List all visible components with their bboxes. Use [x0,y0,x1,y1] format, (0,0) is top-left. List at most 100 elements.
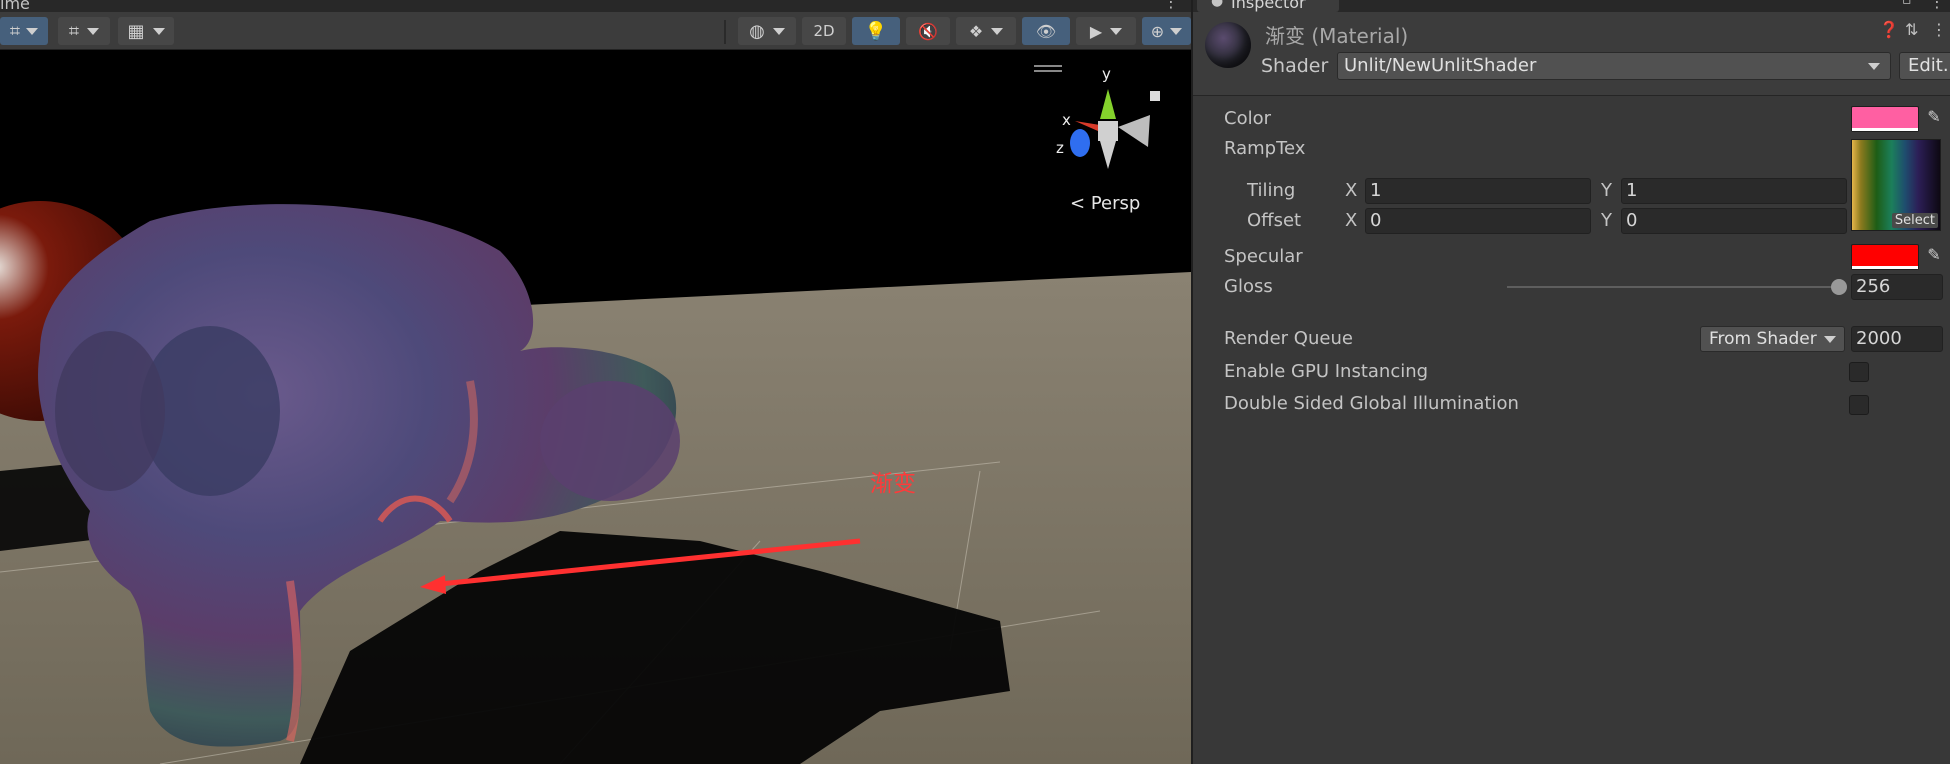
gizmo-y-label: y [1102,65,1111,83]
preset-settings-icon[interactable]: ⇅ [1905,20,1918,39]
double-sided-gi-checkbox[interactable] [1849,395,1869,415]
gizmo-lock-icon[interactable] [1150,91,1160,101]
shader-value: Unlit/NewUnlitShader [1344,55,1537,76]
gloss-label: Gloss [1224,276,1273,297]
render-queue-label: Render Queue [1224,328,1353,349]
tiling-label: Tiling [1247,180,1296,201]
chevron-down-icon [1868,63,1880,70]
grid-snap-button[interactable]: ⌗ [0,17,48,45]
orientation-gizmo[interactable] [1034,65,1160,169]
material-header: 渐变 (Material) ❓ ⇅ ⋮ Shader Unlit/NewUnli… [1193,12,1950,96]
scene-menu-icon[interactable]: ⋮ [1163,0,1179,11]
material-title: 渐变 (Material) [1265,24,1409,48]
alpha-bar [1852,266,1918,269]
scene-tabbar: ime ⋮ [0,0,1191,13]
inspector-panel: ● Inspector ▫ ⋮ 渐变 (Material) ❓ ⇅ ⋮ Shad… [1191,0,1950,764]
inspector-tabbar: ● Inspector ▫ ⋮ [1193,0,1950,12]
inspector-tab-label: Inspector [1231,0,1306,12]
camera-icon: ▶ [1089,21,1103,41]
audio-toggle-button[interactable]: 🔇 [906,17,950,45]
gizmos-button[interactable]: ⊕ [1142,17,1191,45]
persp-label: Persp [1090,193,1141,214]
specular-swatch[interactable] [1851,244,1919,270]
toolbar-separator [724,20,726,44]
maximize-icon[interactable]: ▫ [1902,0,1912,8]
gloss-slider-thumb[interactable] [1831,279,1847,295]
inspector-tab[interactable]: ● Inspector [1197,0,1339,12]
hidden-eye-icon: 👁 [1035,21,1057,41]
shading-mode-button[interactable]: ◍ [738,17,796,45]
chevron-down-icon [152,27,165,35]
z-axis-cone[interactable] [1070,129,1090,157]
y-axis-cone[interactable] [1100,89,1116,119]
grid-icon: ▦ [127,20,145,42]
render-queue-field[interactable]: 2000 [1851,326,1943,352]
scene-viewport[interactable]: y x z [0,51,1191,764]
offset-x-field[interactable]: 0 [1365,208,1591,234]
ramptex-select-button[interactable]: Select [1891,213,1938,228]
material-preview-sphere [1205,22,1251,68]
help-icon[interactable]: ❓ [1879,20,1899,39]
persp-chevron-icon: < [1070,193,1086,214]
inspector-menu-icon[interactable]: ⋮ [1929,0,1945,11]
chevron-down-icon [26,27,39,35]
lighting-toggle-button[interactable]: 💡 [852,17,900,45]
gizmo-z-label: z [1056,139,1064,157]
offset-label: Offset [1247,210,1302,231]
eyedropper-icon[interactable]: ✎ [1921,107,1947,133]
ramptex-label: RampTex [1224,138,1306,159]
gpu-instancing-checkbox[interactable] [1849,362,1869,382]
scene-view[interactable]: ime ⋮ ⌗ ⌗ ▦ ◍ 2D 💡 🔇 ❖ 👁 ▶ ⊕ y x z < Per… [0,0,1191,764]
camera-settings-button[interactable]: ▶ [1076,17,1136,45]
tiling-x-field[interactable]: 1 [1365,178,1591,204]
chevron-down-icon [991,27,1004,35]
color-swatch[interactable] [1851,106,1919,132]
annotation-text: 渐变 [870,471,916,497]
scene-toolbar: ⌗ ⌗ ▦ ◍ 2D 💡 🔇 ❖ 👁 ▶ ⊕ [0,12,1191,50]
scene-visibility-button[interactable]: 👁 [1022,17,1070,45]
projection-toggle[interactable]: < Persp [1070,193,1140,214]
offset-y-field[interactable]: 0 [1621,208,1847,234]
lightbulb-icon: 💡 [864,20,888,42]
specular-label: Specular [1224,246,1303,267]
2d-label: 2D [813,22,835,40]
2d-toggle-button[interactable]: 2D [802,17,846,45]
effects-layers-icon: ❖ [968,21,984,41]
info-icon: ● [1211,0,1224,9]
gpu-instancing-label: Enable GPU Instancing [1224,361,1429,382]
offset-y-label: Y [1601,210,1612,231]
chevron-down-icon [772,27,785,35]
tiling-y-label: Y [1601,180,1612,201]
audio-mute-icon: 🔇 [918,21,938,41]
scene-render [0,65,1191,764]
edit-shader-button[interactable]: Edit... [1899,52,1950,80]
grid-snap-icon: ⌗ [9,20,21,42]
effects-button[interactable]: ❖ [956,17,1016,45]
shader-label: Shader [1261,55,1329,77]
render-queue-dropdown[interactable]: From Shader [1700,326,1845,352]
gizmo-x-label: x [1062,111,1071,129]
gloss-field[interactable]: 256 [1851,274,1943,300]
tiling-x-label: X [1345,180,1358,201]
double-sided-gi-label: Double Sided Global Illumination [1224,393,1519,414]
chevron-down-icon [1170,27,1183,35]
grid-visibility-button[interactable]: ▦ [118,17,174,45]
alpha-bar [1852,128,1918,131]
chevron-down-icon [1110,27,1123,35]
gloss-slider-track[interactable] [1507,286,1837,288]
offset-x-label: X [1345,210,1358,231]
gizmos-icon: ⊕ [1150,21,1165,41]
unity-editor: ime ⋮ ⌗ ⌗ ▦ ◍ 2D 💡 🔇 ❖ 👁 ▶ ⊕ y x z < Per… [0,0,1950,764]
chevron-down-icon [87,27,100,35]
snap-grid-icon: ⌗ [68,20,80,42]
snap-increment-button[interactable]: ⌗ [58,17,110,45]
tiling-y-field[interactable]: 1 [1621,178,1847,204]
eyedropper-icon[interactable]: ✎ [1921,245,1947,271]
shading-sphere-icon: ◍ [749,20,765,42]
color-label: Color [1224,108,1271,129]
component-menu-icon[interactable]: ⋮ [1931,20,1947,39]
chevron-down-icon [1824,336,1836,343]
ramptex-thumbnail[interactable]: Select [1851,139,1941,231]
render-queue-option: From Shader [1709,329,1817,349]
shader-dropdown[interactable]: Unlit/NewUnlitShader [1337,52,1891,80]
